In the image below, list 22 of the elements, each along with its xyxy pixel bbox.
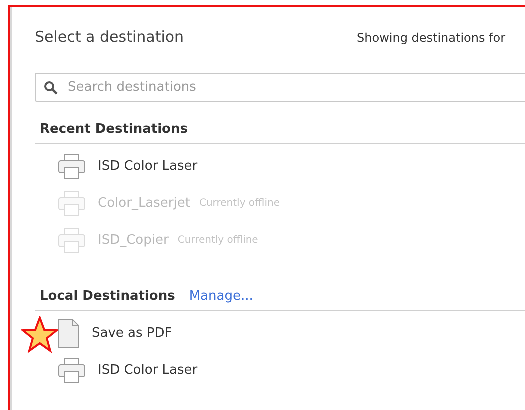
search-field[interactable]: Search destinations (35, 73, 525, 102)
printer-icon (58, 190, 86, 216)
status-label: Currently offline (199, 198, 280, 209)
printer-icon (58, 228, 86, 254)
section-heading: Recent Destinations (40, 122, 188, 137)
manage-link[interactable]: Manage... (189, 289, 254, 304)
destination-name: Color_Laserjet (98, 196, 190, 211)
dialog-subtitle: Showing destinations for (357, 31, 506, 45)
destination-name: Save as PDF (92, 326, 172, 341)
printer-icon (58, 358, 86, 384)
search-icon (44, 81, 58, 95)
printer-icon (58, 154, 86, 180)
destination-item[interactable]: ISD Color Laser (35, 148, 525, 185)
destination-name: ISD_Copier (98, 233, 169, 248)
destination-name: ISD Color Laser (98, 159, 198, 174)
document-icon (58, 318, 80, 348)
destination-item[interactable]: Save as PDF (35, 315, 525, 352)
section-heading: Local Destinations (40, 289, 176, 304)
destination-name: ISD Color Laser (98, 363, 198, 378)
status-label: Currently offline (178, 235, 258, 246)
dialog-title: Select a destination (35, 27, 186, 46)
destination-item[interactable]: ISD Color Laser (35, 352, 525, 389)
